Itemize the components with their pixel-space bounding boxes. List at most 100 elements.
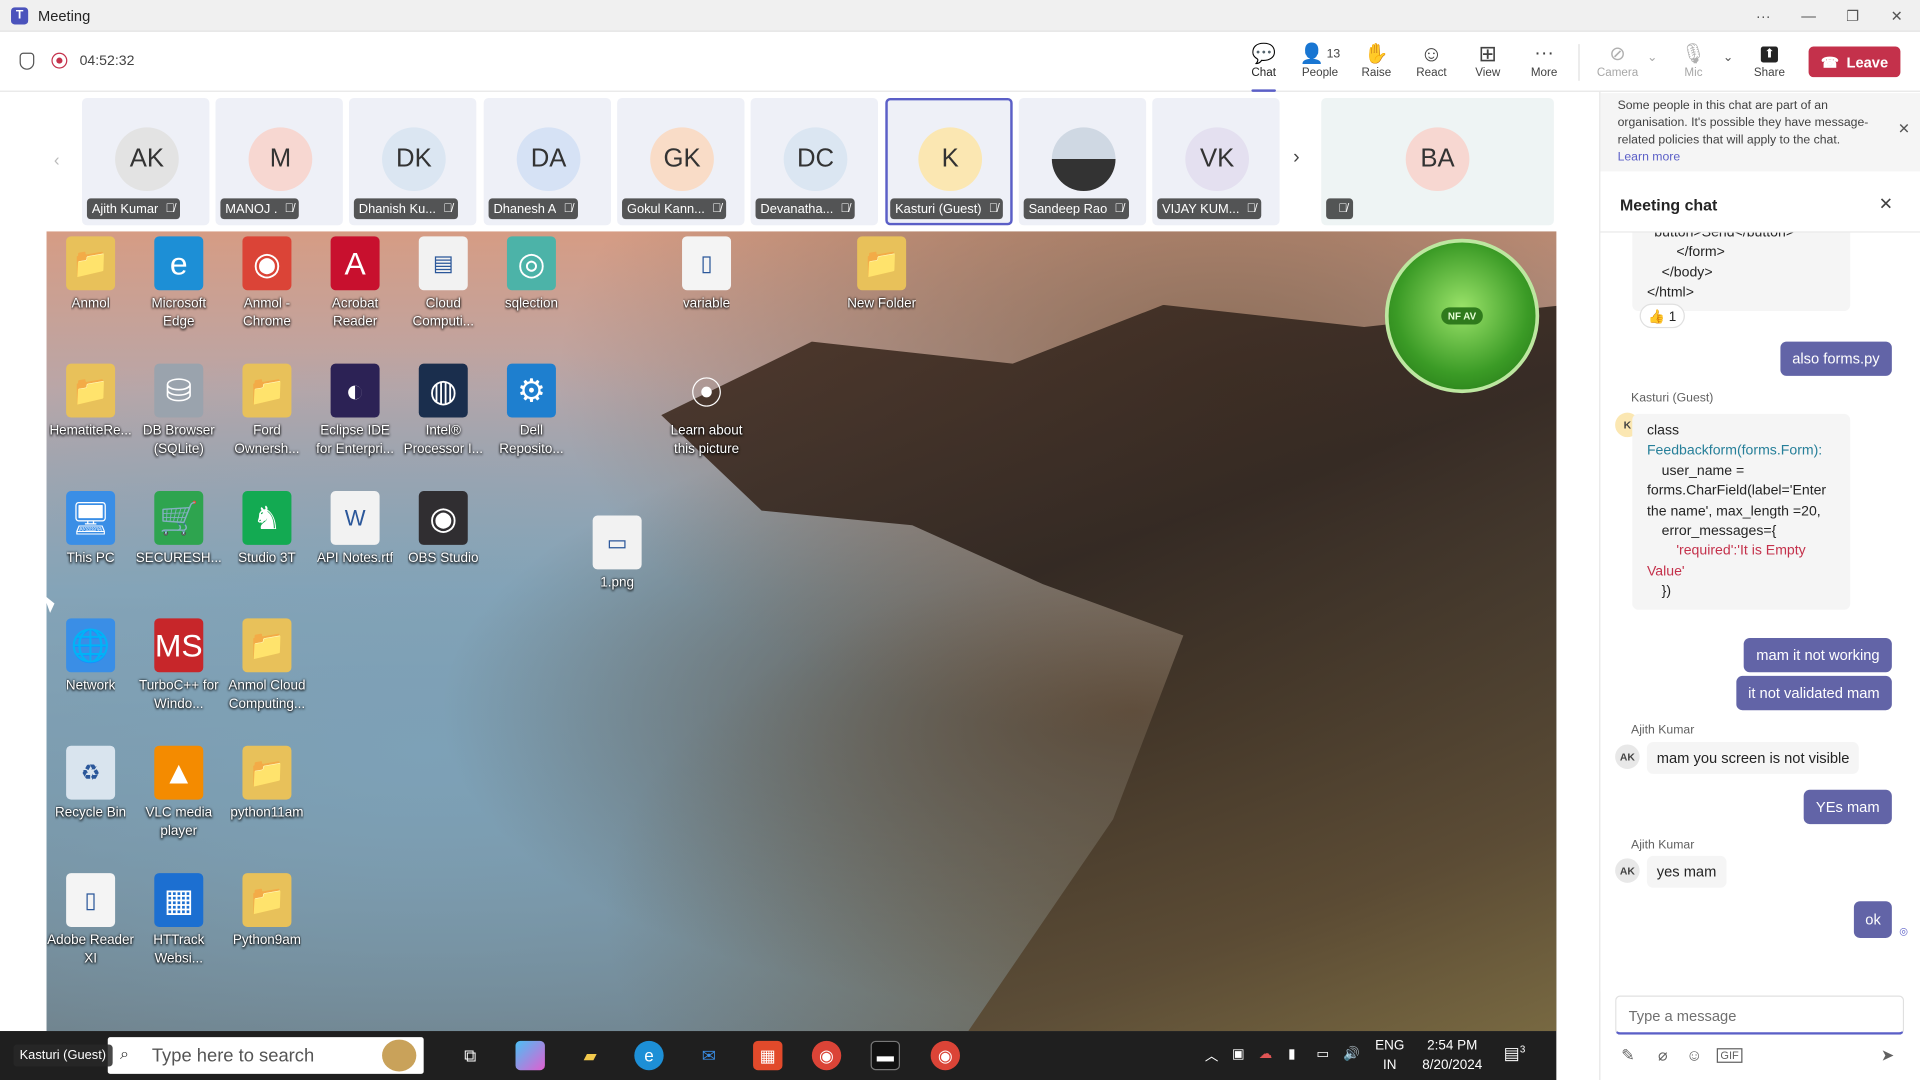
desktop-icon[interactable]: ▦ HTTrack Websi... [135, 873, 223, 969]
message-in: yes mam [1646, 855, 1727, 888]
camera-button[interactable]: ⊘ Camera [1591, 42, 1645, 91]
chat-button[interactable]: 💬 Chat [1237, 42, 1291, 92]
tray-volume-icon[interactable]: 🔊 [1343, 1046, 1360, 1062]
desktop-icon[interactable]: ▭ 1.png [573, 515, 661, 593]
terminal-icon[interactable]: ▬ [870, 1040, 901, 1071]
desktop-icon[interactable]: 🌐 Network [47, 618, 135, 695]
mail-icon[interactable]: ✉ [694, 1041, 723, 1070]
desktop-icon-label: Intel® Processor I... [403, 423, 483, 457]
window-more-icon[interactable]: ··· [1741, 0, 1785, 32]
attach-icon[interactable]: ⌀ [1658, 1046, 1668, 1066]
participant-tile[interactable]: K Kasturi (Guest) 🎙̸ [885, 97, 1013, 226]
participant-tile[interactable]: M MANOJ . 🎙̸ [215, 97, 343, 226]
desktop-icon-label: DB Browser (SQLite) [142, 423, 215, 457]
desktop-icon[interactable]: 🛒 SECURESH... [135, 491, 223, 568]
desktop-icon[interactable]: ◉ OBS Studio [399, 491, 487, 568]
taskbar-search[interactable]: ⌕ Type here to search [107, 1037, 424, 1074]
reaction-badge[interactable]: 👍 1 [1639, 303, 1685, 329]
participant-tile[interactable]: DK Dhanish Ku... 🎙̸ [348, 97, 477, 226]
share-icon: ⬆ [1760, 42, 1779, 66]
desktop-icon[interactable]: MS TurboC++ for Windo... [135, 618, 223, 714]
desktop-icon[interactable]: W API Notes.rtf [311, 491, 399, 568]
participant-tile[interactable]: Sandeep Rao 🎙̸ [1018, 97, 1147, 226]
code-line: user_name = [1661, 463, 1745, 479]
participant-tile[interactable]: DA Dhanesh A 🎙̸ [483, 97, 612, 226]
learn-more-link[interactable]: Learn more [1618, 151, 1681, 164]
chrome-icon[interactable]: ◉ [811, 1040, 842, 1071]
participant-tile[interactable]: AK Ajith Kumar 🎙̸ [82, 97, 210, 226]
desktop-icon[interactable]: 📁 Python9am [223, 873, 311, 950]
participant-tile[interactable]: DC Devanatha... 🎙̸ [750, 97, 878, 226]
react-button[interactable]: ☺ React [1405, 41, 1459, 91]
participant-tile[interactable]: GK Gokul Kann... 🎙̸ [617, 97, 745, 226]
people-button[interactable]: 👤 13 People [1293, 42, 1347, 91]
minimize-button[interactable]: — [1787, 0, 1831, 32]
taskbar-clock[interactable]: 2:54 PM 8/20/2024 [1416, 1036, 1489, 1075]
raise-hand-button[interactable]: ✋ Raise [1349, 42, 1403, 91]
search-placeholder: Type here to search [151, 1045, 315, 1066]
camera-chevron-down-icon[interactable]: ⌄ [1647, 51, 1657, 64]
desktop-icon[interactable]: ♞ Studio 3T [223, 491, 311, 568]
participant-tile[interactable]: BA 🎙̸ [1321, 97, 1554, 226]
more-button[interactable]: ··· More [1517, 42, 1571, 91]
tray-cloud-icon[interactable]: ☁ [1259, 1046, 1272, 1062]
message-sender: Ajith Kumar [1631, 723, 1695, 738]
desktop-icon[interactable]: ▯ Adobe Reader XI [47, 873, 135, 969]
copilot-icon[interactable] [515, 1040, 545, 1071]
close-chat-icon[interactable]: ✕ [1879, 193, 1893, 214]
desktop-icon[interactable]: e Microsoft Edge [135, 236, 223, 332]
participant-name: Dhanesh A [493, 201, 557, 217]
task-view-icon[interactable]: ⧉ [456, 1041, 485, 1070]
message-input[interactable]: Type a message [1615, 995, 1905, 1035]
edge-icon[interactable]: e [634, 1040, 664, 1071]
store-icon[interactable]: ▦ [753, 1040, 783, 1071]
more-icon: ··· [1534, 42, 1554, 64]
tray-battery-icon[interactable]: ▭ [1316, 1046, 1329, 1062]
view-button[interactable]: ⊞ View [1461, 41, 1515, 91]
maximize-button[interactable]: ❐ [1831, 0, 1875, 32]
format-icon[interactable]: ✎ [1621, 1046, 1634, 1066]
desktop-app-icon: 🛒 [154, 491, 204, 545]
desktop-icon[interactable]: 📁 Anmol [47, 236, 135, 313]
desktop-icon[interactable]: ◎ sqlection [487, 236, 575, 313]
desktop-icon[interactable]: 📁 New Folder [838, 236, 926, 313]
chrome-profile-icon[interactable]: ◉ [930, 1040, 961, 1071]
language-indicator[interactable]: ENG IN [1375, 1036, 1404, 1075]
notification-center-icon[interactable]: ▤3 [1504, 1043, 1526, 1064]
tray-overflow-icon[interactable]: ︿ [1205, 1046, 1218, 1066]
participant-tile[interactable]: VK VIJAY KUM... 🎙̸ [1152, 97, 1280, 226]
close-notice-icon[interactable]: ✕ [1898, 120, 1910, 137]
desktop-icon[interactable]: ◐ Eclipse IDE for Enterpri... [311, 363, 399, 460]
share-button[interactable]: ⬆ Share [1742, 42, 1796, 91]
desktop-icon[interactable]: ◉ Anmol - Chrome [223, 236, 311, 332]
desktop-icon[interactable]: A Acrobat Reader [311, 236, 399, 332]
gif-icon[interactable]: GIF [1716, 1048, 1743, 1063]
desktop-icon[interactable]: ♻ Recycle Bin [47, 745, 135, 823]
tray-meet-icon[interactable]: ▣ [1232, 1046, 1245, 1062]
close-window-button[interactable]: ✕ [1875, 0, 1919, 32]
avatar: DA [516, 127, 581, 192]
desktop-icon[interactable]: 📁 Ford Ownersh... [223, 363, 311, 460]
emoji-icon[interactable]: ☺ [1686, 1046, 1702, 1064]
desktop-icon[interactable]: ⚙ Dell Reposito... [487, 363, 575, 460]
desktop-icon[interactable]: ◍ Intel® Processor I... [399, 363, 487, 460]
file-explorer-icon[interactable]: ▰ [576, 1041, 605, 1070]
strip-next-icon[interactable]: › [1293, 147, 1300, 169]
desktop-icon[interactable]: ▯ variable [662, 236, 750, 313]
desktop-icon[interactable]: ▲ VLC media player [135, 745, 223, 842]
desktop-app-icon: 📁 [242, 618, 292, 673]
mic-chevron-down-icon[interactable]: ⌄ [1723, 51, 1733, 64]
strip-prev-icon[interactable]: ‹ [54, 149, 60, 169]
desktop-icon[interactable]: ⦿ Learn about this picture [662, 364, 750, 460]
desktop-icon[interactable]: 📁 python11am [223, 745, 311, 823]
desktop-icon[interactable]: 📁 HematiteRe... [47, 363, 135, 441]
react-icon: ☺ [1420, 41, 1443, 66]
desktop-icon[interactable]: 📁 Anmol Cloud Computing... [223, 618, 311, 714]
desktop-icon[interactable]: ⛁ DB Browser (SQLite) [135, 363, 223, 460]
send-icon[interactable]: ➤ [1881, 1046, 1894, 1066]
desktop-icon[interactable]: 🖥 This PC [47, 491, 135, 568]
desktop-icon[interactable]: ▤ Cloud Computi... [399, 236, 487, 332]
mic-button[interactable]: 🎙 Mic [1667, 42, 1721, 91]
leave-button[interactable]: ☎ Leave [1808, 46, 1901, 78]
tray-mic-icon[interactable]: ▮ [1288, 1046, 1295, 1062]
